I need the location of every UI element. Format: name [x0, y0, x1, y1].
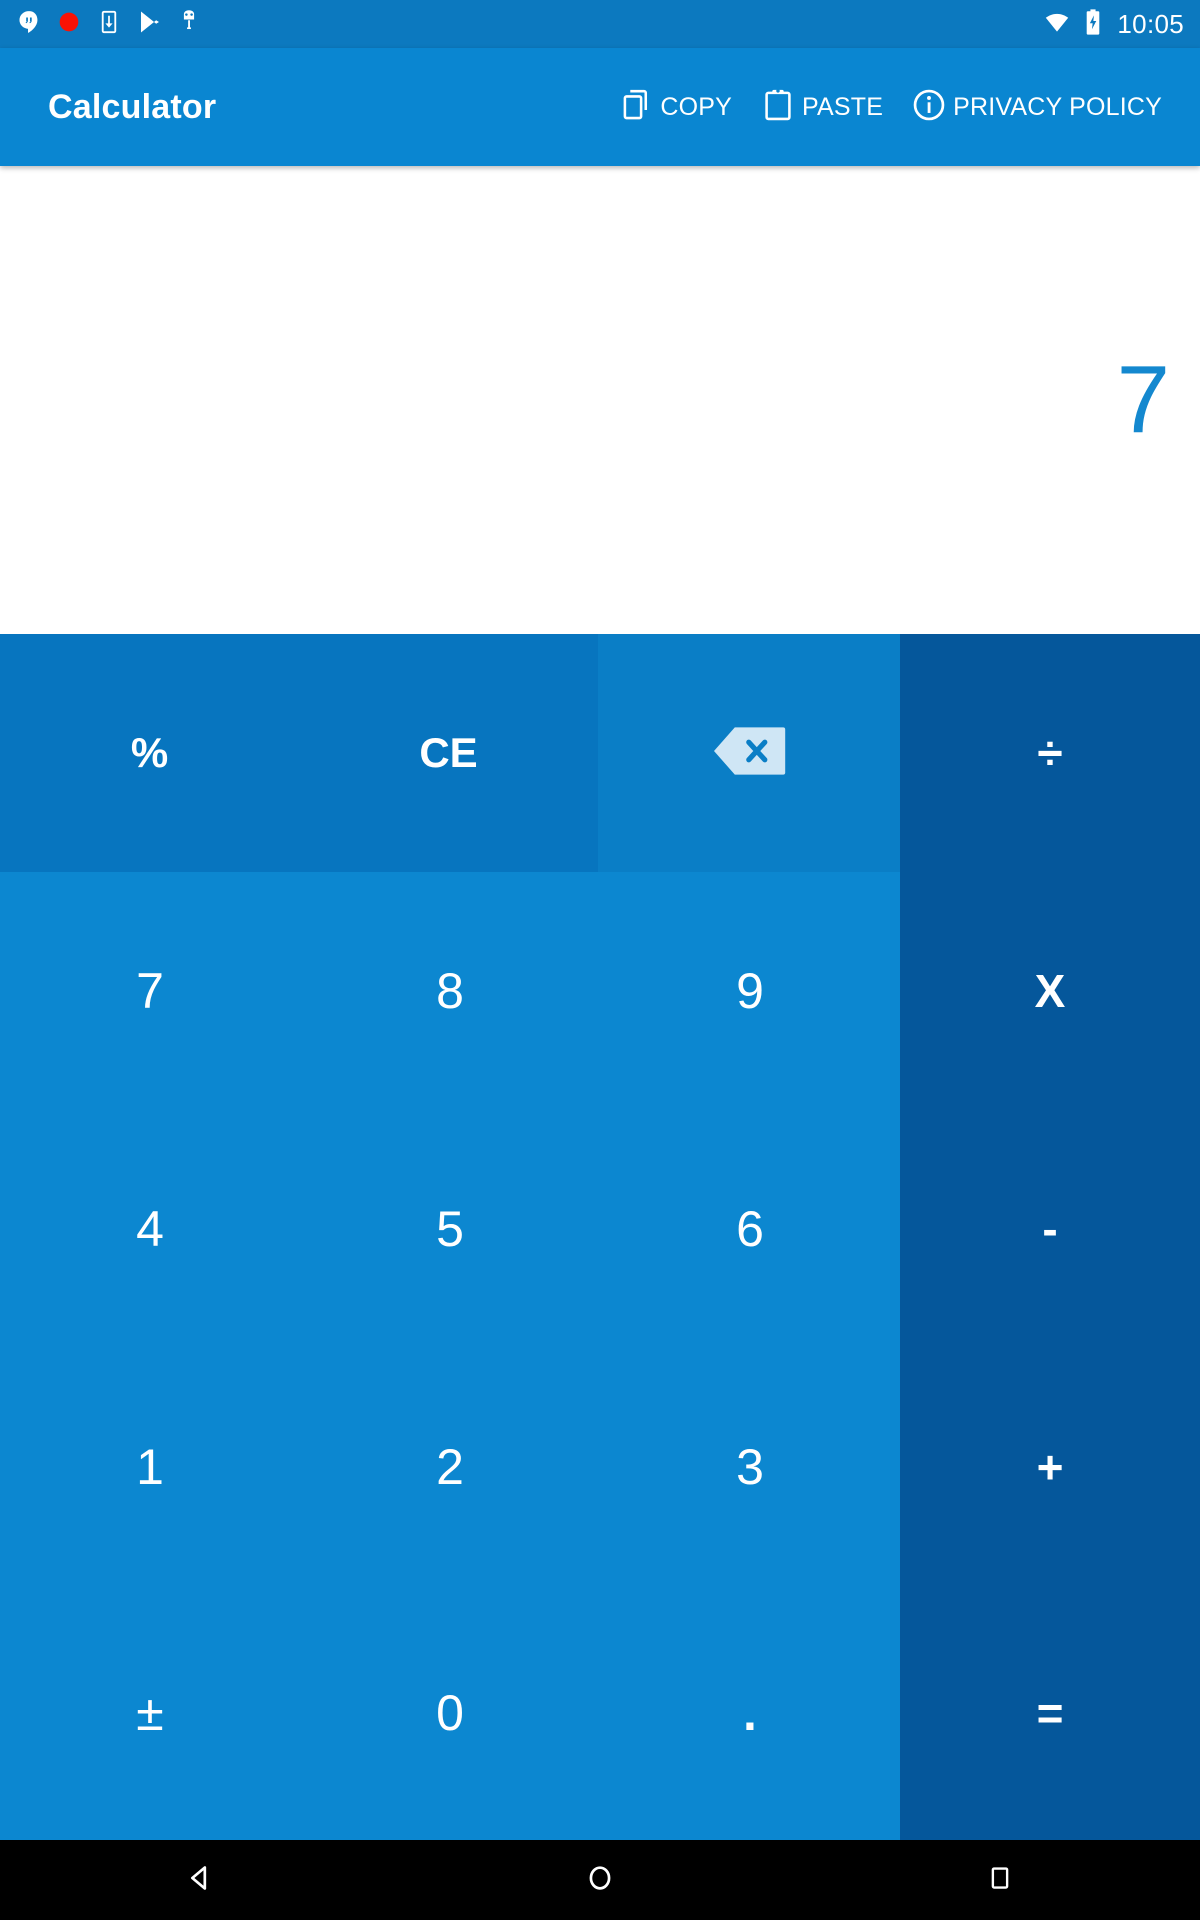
decimal-point-key[interactable]: . [600, 1586, 900, 1840]
digit-4-key-label: 4 [136, 1201, 164, 1257]
circle-home-icon [583, 1861, 617, 1900]
clear-entry-key-label: CE [419, 729, 478, 776]
percent-key-label: % [130, 729, 169, 776]
digit-5-key[interactable]: 5 [300, 1110, 600, 1348]
plus-minus-key-label: ± [136, 1685, 164, 1741]
status-bar: 10:05 [0, 0, 1200, 48]
digit-6-key[interactable]: 6 [600, 1110, 900, 1348]
square-recents-icon [985, 1863, 1015, 1898]
digit-8-key[interactable]: 8 [300, 872, 600, 1110]
decimal-point-key-label: . [743, 1685, 757, 1741]
clipboard-icon [760, 87, 796, 128]
status-bar-clock: 10:05 [1117, 9, 1184, 39]
digit-3-key[interactable]: 3 [600, 1348, 900, 1586]
digit-7-key[interactable]: 7 [0, 872, 300, 1110]
hangouts-icon [16, 9, 42, 40]
paste-button[interactable]: PASTE [746, 79, 897, 136]
digit-7-key-label: 7 [136, 963, 164, 1019]
digit-3-key-label: 3 [736, 1439, 764, 1495]
calculator-keypad: % CE ÷ 7 8 9 X 4 5 6 - 1 2 3 + ±0. = [0, 634, 1200, 1840]
digit-1-key[interactable]: 1 [0, 1348, 300, 1586]
clear-entry-key[interactable]: CE [299, 634, 598, 872]
nav-back-button[interactable] [140, 1840, 260, 1920]
copy-button[interactable]: COPY [604, 79, 746, 136]
record-dot-icon [56, 9, 82, 40]
minus-key-label: - [1042, 1203, 1058, 1255]
content-copy-icon [618, 87, 654, 128]
backspace-icon [712, 725, 786, 782]
app-bar: Calculator COPY PASTE PRIVACY POLICY [0, 48, 1200, 166]
multiply-key-label: X [1034, 965, 1066, 1017]
percent-key[interactable]: % [0, 634, 299, 872]
divide-key[interactable]: ÷ [900, 634, 1200, 872]
battery-charging-icon [1082, 8, 1104, 41]
android-robot-icon [176, 9, 202, 40]
status-bar-right-icons: 10:05 [1043, 8, 1184, 41]
paste-button-label: PASTE [801, 92, 884, 121]
divide-key-label: ÷ [1037, 727, 1063, 779]
android-navigation-bar [0, 1840, 1200, 1920]
privacy-policy-button[interactable]: PRIVACY POLICY [897, 79, 1176, 136]
digit-8-key-label: 8 [436, 963, 464, 1019]
app-bar-actions: COPY PASTE PRIVACY POLICY [604, 79, 1200, 136]
plus-key[interactable]: + [900, 1348, 1200, 1586]
download-to-device-icon [96, 9, 122, 40]
backspace-key[interactable] [598, 634, 900, 872]
calculator-display[interactable]: 7 [0, 166, 1200, 634]
calculator-app-screen: 10:05 Calculator COPY PASTE PRIVACY POLI… [0, 0, 1200, 1920]
status-bar-left-icons [16, 9, 202, 40]
play-store-icon [136, 9, 162, 40]
nav-home-button[interactable] [540, 1840, 660, 1920]
equals-key-label: = [1036, 1687, 1064, 1739]
nav-recents-button[interactable] [940, 1840, 1060, 1920]
wifi-icon [1043, 8, 1071, 41]
minus-key[interactable]: - [900, 1110, 1200, 1348]
plus-key-label: + [1036, 1441, 1064, 1493]
digit-2-key[interactable]: 2 [300, 1348, 600, 1586]
digit-5-key-label: 5 [436, 1201, 464, 1257]
privacy-policy-button-label: PRIVACY POLICY [953, 92, 1162, 121]
info-circle-icon [911, 87, 947, 128]
equals-key[interactable]: = [900, 1586, 1200, 1840]
plus-minus-key[interactable]: ± [0, 1586, 300, 1840]
digit-4-key[interactable]: 4 [0, 1110, 300, 1348]
digit-9-key[interactable]: 9 [600, 872, 900, 1110]
triangle-back-icon [183, 1861, 217, 1900]
copy-button-label: COPY [660, 92, 732, 121]
multiply-key[interactable]: X [900, 872, 1200, 1110]
digit-9-key-label: 9 [736, 963, 764, 1019]
display-value: 7 [1116, 346, 1170, 453]
digit-2-key-label: 2 [436, 1439, 464, 1495]
digit-1-key-label: 1 [136, 1439, 164, 1495]
app-title: Calculator [48, 87, 217, 126]
digit-6-key-label: 6 [736, 1201, 764, 1257]
digit-0-key-label: 0 [436, 1685, 464, 1741]
digit-0-key[interactable]: 0 [300, 1586, 600, 1840]
